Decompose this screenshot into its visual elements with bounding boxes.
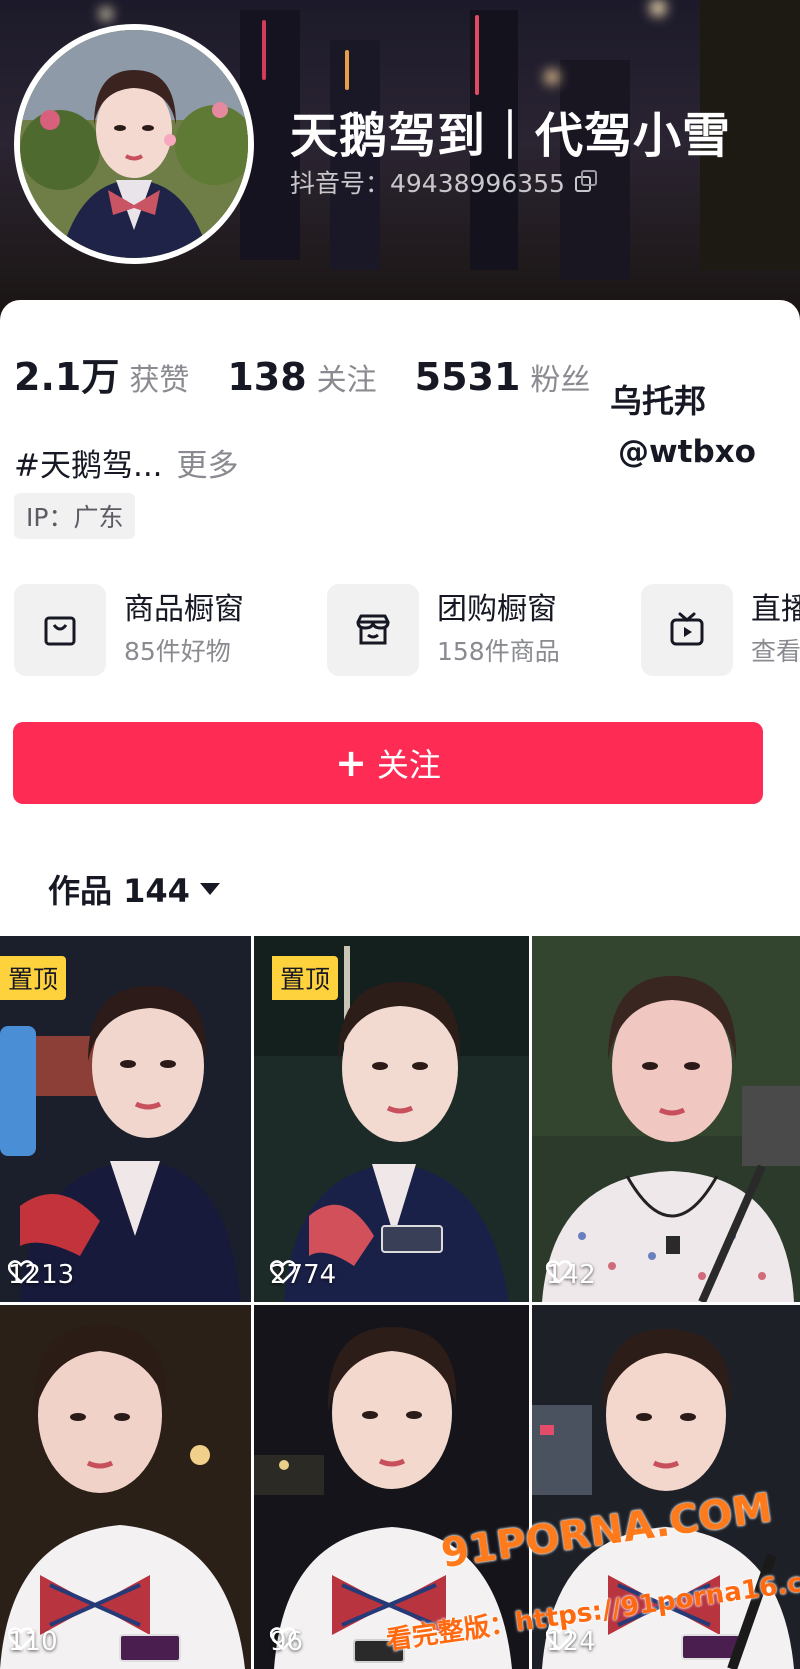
copy-icon[interactable] bbox=[574, 170, 599, 194]
video-grid: 置顶 1213 置顶 2774 142 110 96 124 bbox=[0, 936, 800, 1669]
shortcut-title: 直播 bbox=[751, 592, 800, 627]
video-tile[interactable]: 置顶 1213 bbox=[0, 936, 251, 1302]
background-light bbox=[262, 20, 266, 80]
plus-icon: + bbox=[335, 741, 367, 785]
followers-label: 粉丝 bbox=[530, 363, 591, 398]
following-count[interactable]: 138 bbox=[227, 355, 306, 399]
likes-count[interactable]: 2.1万 bbox=[14, 346, 119, 401]
following-label: 关注 bbox=[316, 363, 377, 398]
background-light bbox=[545, 70, 559, 84]
shortcut-group-buy[interactable]: 团购橱窗 158件商品 bbox=[327, 584, 560, 676]
heart-icon bbox=[8, 1260, 34, 1284]
douyin-id[interactable]: 抖音号：49438996355 bbox=[290, 164, 599, 200]
shopping-bag-icon bbox=[14, 584, 106, 676]
video-tile[interactable]: 110 bbox=[0, 1305, 251, 1669]
profile-header: 天鹅驾到｜代驾小雪 抖音号：49438996355 bbox=[0, 0, 800, 320]
bio-text: #天鹅驾... bbox=[14, 448, 163, 484]
background-light bbox=[100, 8, 112, 20]
video-likes: 110 bbox=[8, 1627, 58, 1657]
douyin-id-text: 抖音号：49438996355 bbox=[290, 169, 565, 198]
background-light bbox=[650, 0, 666, 16]
heart-icon bbox=[8, 1627, 34, 1651]
shortcut-product-showcase[interactable]: 商品橱窗 85件好物 bbox=[14, 584, 244, 676]
overlay-name: 乌托邦 bbox=[610, 382, 707, 420]
storefront-icon bbox=[327, 584, 419, 676]
overlay-handle: @wtbxo bbox=[618, 434, 756, 470]
works-tab-label: 作品 144 bbox=[48, 872, 190, 910]
shortcut-row: 商品橱窗 85件好物 团购橱窗 158件商品 直播 查看 bbox=[14, 584, 800, 676]
avatar[interactable] bbox=[14, 24, 254, 264]
shortcut-title: 团购橱窗 bbox=[437, 592, 557, 627]
followers-count[interactable]: 5531 bbox=[415, 355, 521, 399]
shortcut-live[interactable]: 直播 查看 bbox=[641, 584, 800, 676]
video-thumbnail bbox=[0, 1305, 251, 1669]
profile-name: 天鹅驾到｜代驾小雪 bbox=[290, 108, 732, 164]
video-likes: 96 bbox=[270, 1627, 303, 1657]
shortcut-subtitle: 85件好物 bbox=[124, 637, 231, 666]
caret-down-icon bbox=[199, 883, 220, 895]
pinned-badge: 置顶 bbox=[0, 956, 67, 1000]
tv-icon bbox=[641, 584, 733, 676]
bio: #天鹅驾... 更多 bbox=[14, 440, 239, 485]
tab-works[interactable]: 作品 144 bbox=[48, 866, 220, 912]
ip-location-tag: IP：广东 bbox=[14, 493, 136, 539]
background-light bbox=[475, 15, 479, 95]
likes-label: 获赞 bbox=[129, 363, 190, 398]
video-thumbnail bbox=[532, 936, 800, 1302]
heart-icon bbox=[270, 1627, 296, 1651]
pinned-badge: 置顶 bbox=[272, 956, 339, 1000]
video-tile[interactable]: 142 bbox=[532, 936, 800, 1302]
video-likes: 1213 bbox=[8, 1260, 74, 1290]
shortcut-subtitle: 158件商品 bbox=[437, 637, 560, 666]
video-tile[interactable]: 置顶 2774 bbox=[254, 936, 529, 1302]
profile-stats: 2.1万 获赞 138 关注 5531 粉丝 bbox=[14, 346, 628, 401]
heart-icon bbox=[270, 1260, 296, 1284]
shortcut-title: 商品橱窗 bbox=[124, 592, 244, 627]
follow-button-label: 关注 bbox=[376, 746, 441, 784]
video-likes: 142 bbox=[546, 1260, 596, 1290]
heart-icon bbox=[546, 1260, 572, 1284]
avatar-photo bbox=[20, 30, 248, 258]
background-light bbox=[345, 50, 349, 90]
video-likes: 2774 bbox=[270, 1260, 336, 1290]
bio-more-link[interactable]: 更多 bbox=[177, 448, 239, 484]
follow-button[interactable]: + 关注 bbox=[13, 722, 763, 804]
shortcut-subtitle: 查看 bbox=[751, 637, 800, 666]
